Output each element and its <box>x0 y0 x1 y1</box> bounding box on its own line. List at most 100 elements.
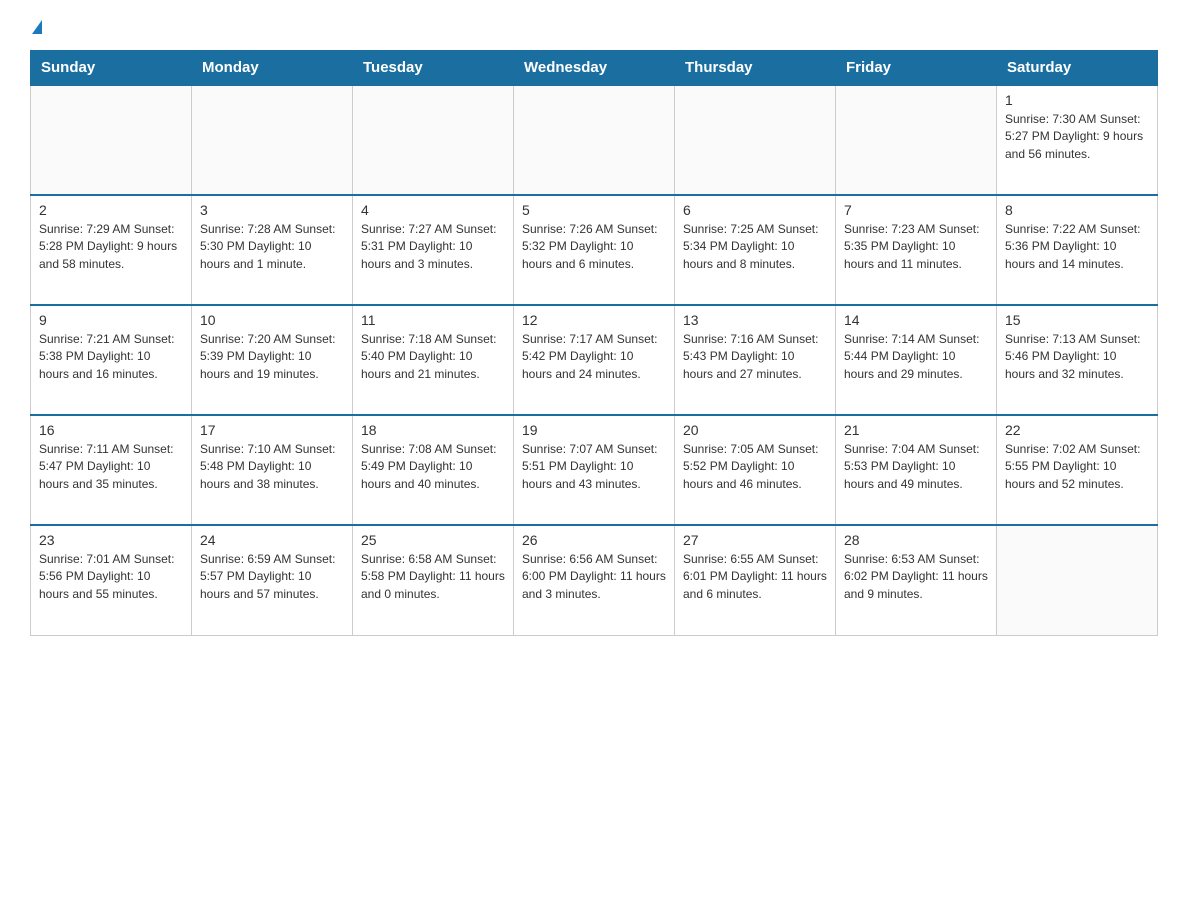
day-info: Sunrise: 7:17 AM Sunset: 5:42 PM Dayligh… <box>522 331 666 383</box>
weekday-header-sunday: Sunday <box>31 51 192 86</box>
day-info: Sunrise: 7:07 AM Sunset: 5:51 PM Dayligh… <box>522 441 666 493</box>
calendar-cell <box>675 85 836 195</box>
calendar-cell <box>514 85 675 195</box>
day-number: 10 <box>200 312 344 328</box>
calendar-cell: 3 Sunrise: 7:28 AM Sunset: 5:30 PM Daylig… <box>192 195 353 305</box>
day-number: 27 <box>683 532 827 548</box>
day-info: Sunrise: 7:26 AM Sunset: 5:32 PM Dayligh… <box>522 221 666 273</box>
day-number: 6 <box>683 202 827 218</box>
calendar-cell <box>192 85 353 195</box>
day-info: Sunrise: 6:56 AM Sunset: 6:00 PM Dayligh… <box>522 551 666 603</box>
day-number: 16 <box>39 422 183 438</box>
day-info: Sunrise: 7:14 AM Sunset: 5:44 PM Dayligh… <box>844 331 988 383</box>
weekday-header-tuesday: Tuesday <box>353 51 514 86</box>
day-number: 1 <box>1005 92 1149 108</box>
day-number: 26 <box>522 532 666 548</box>
calendar-cell: 25 Sunrise: 6:58 AM Sunset: 5:58 PM Dayli… <box>353 525 514 635</box>
day-info: Sunrise: 7:25 AM Sunset: 5:34 PM Dayligh… <box>683 221 827 273</box>
calendar-cell <box>31 85 192 195</box>
day-info: Sunrise: 7:01 AM Sunset: 5:56 PM Dayligh… <box>39 551 183 603</box>
calendar-cell: 2 Sunrise: 7:29 AM Sunset: 5:28 PM Daylig… <box>31 195 192 305</box>
calendar-cell: 8Sunrise: 7:22 AM Sunset: 5:36 PM Daylig… <box>997 195 1158 305</box>
day-number: 25 <box>361 532 505 548</box>
calendar-cell <box>997 525 1158 635</box>
calendar-week-row: 1 Sunrise: 7:30 AM Sunset: 5:27 PM Daylig… <box>31 85 1158 195</box>
day-info: Sunrise: 7:10 AM Sunset: 5:48 PM Dayligh… <box>200 441 344 493</box>
day-info: Sunrise: 7:28 AM Sunset: 5:30 PM Dayligh… <box>200 221 344 273</box>
calendar-table: SundayMondayTuesdayWednesdayThursdayFrid… <box>30 50 1158 636</box>
day-number: 18 <box>361 422 505 438</box>
day-info: Sunrise: 7:02 AM Sunset: 5:55 PM Dayligh… <box>1005 441 1149 493</box>
calendar-cell: 26 Sunrise: 6:56 AM Sunset: 6:00 PM Dayli… <box>514 525 675 635</box>
calendar-week-row: 16 Sunrise: 7:11 AM Sunset: 5:47 PM Dayli… <box>31 415 1158 525</box>
day-number: 2 <box>39 202 183 218</box>
weekday-header-thursday: Thursday <box>675 51 836 86</box>
day-number: 12 <box>522 312 666 328</box>
day-info: Sunrise: 7:27 AM Sunset: 5:31 PM Dayligh… <box>361 221 505 273</box>
day-number: 17 <box>200 422 344 438</box>
day-info: Sunrise: 7:23 AM Sunset: 5:35 PM Dayligh… <box>844 221 988 273</box>
day-info: Sunrise: 7:05 AM Sunset: 5:52 PM Dayligh… <box>683 441 827 493</box>
day-number: 20 <box>683 422 827 438</box>
calendar-cell: 18Sunrise: 7:08 AM Sunset: 5:49 PM Dayli… <box>353 415 514 525</box>
calendar-cell: 22 Sunrise: 7:02 AM Sunset: 5:55 PM Dayli… <box>997 415 1158 525</box>
calendar-cell: 14 Sunrise: 7:14 AM Sunset: 5:44 PM Dayli… <box>836 305 997 415</box>
day-info: Sunrise: 6:59 AM Sunset: 5:57 PM Dayligh… <box>200 551 344 603</box>
day-info: Sunrise: 7:16 AM Sunset: 5:43 PM Dayligh… <box>683 331 827 383</box>
calendar-cell: 21Sunrise: 7:04 AM Sunset: 5:53 PM Dayli… <box>836 415 997 525</box>
day-number: 14 <box>844 312 988 328</box>
calendar-cell: 6 Sunrise: 7:25 AM Sunset: 5:34 PM Daylig… <box>675 195 836 305</box>
weekday-header-friday: Friday <box>836 51 997 86</box>
calendar-cell <box>353 85 514 195</box>
calendar-cell: 19 Sunrise: 7:07 AM Sunset: 5:51 PM Dayli… <box>514 415 675 525</box>
day-info: Sunrise: 7:20 AM Sunset: 5:39 PM Dayligh… <box>200 331 344 383</box>
calendar-cell: 17 Sunrise: 7:10 AM Sunset: 5:48 PM Dayli… <box>192 415 353 525</box>
day-info: Sunrise: 6:53 AM Sunset: 6:02 PM Dayligh… <box>844 551 988 603</box>
calendar-cell: 13 Sunrise: 7:16 AM Sunset: 5:43 PM Dayli… <box>675 305 836 415</box>
calendar-cell: 11Sunrise: 7:18 AM Sunset: 5:40 PM Dayli… <box>353 305 514 415</box>
calendar-cell: 23 Sunrise: 7:01 AM Sunset: 5:56 PM Dayli… <box>31 525 192 635</box>
day-number: 19 <box>522 422 666 438</box>
weekday-header-wednesday: Wednesday <box>514 51 675 86</box>
day-number: 24 <box>200 532 344 548</box>
calendar-cell: 15 Sunrise: 7:13 AM Sunset: 5:46 PM Dayli… <box>997 305 1158 415</box>
calendar-cell: 16 Sunrise: 7:11 AM Sunset: 5:47 PM Dayli… <box>31 415 192 525</box>
day-number: 7 <box>844 202 988 218</box>
calendar-cell: 7 Sunrise: 7:23 AM Sunset: 5:35 PM Daylig… <box>836 195 997 305</box>
calendar-week-row: 9 Sunrise: 7:21 AM Sunset: 5:38 PM Daylig… <box>31 305 1158 415</box>
day-info: Sunrise: 7:29 AM Sunset: 5:28 PM Dayligh… <box>39 221 183 273</box>
calendar-cell: 4 Sunrise: 7:27 AM Sunset: 5:31 PM Daylig… <box>353 195 514 305</box>
calendar-cell <box>836 85 997 195</box>
logo <box>30 20 42 34</box>
calendar-cell: 1 Sunrise: 7:30 AM Sunset: 5:27 PM Daylig… <box>997 85 1158 195</box>
calendar-cell: 9 Sunrise: 7:21 AM Sunset: 5:38 PM Daylig… <box>31 305 192 415</box>
day-number: 5 <box>522 202 666 218</box>
day-number: 22 <box>1005 422 1149 438</box>
day-number: 13 <box>683 312 827 328</box>
calendar-cell: 10 Sunrise: 7:20 AM Sunset: 5:39 PM Dayli… <box>192 305 353 415</box>
calendar-cell: 27Sunrise: 6:55 AM Sunset: 6:01 PM Dayli… <box>675 525 836 635</box>
calendar-cell: 28 Sunrise: 6:53 AM Sunset: 6:02 PM Dayli… <box>836 525 997 635</box>
calendar-week-row: 23 Sunrise: 7:01 AM Sunset: 5:56 PM Dayli… <box>31 525 1158 635</box>
day-info: Sunrise: 7:30 AM Sunset: 5:27 PM Dayligh… <box>1005 111 1149 163</box>
weekday-header-row: SundayMondayTuesdayWednesdayThursdayFrid… <box>31 51 1158 86</box>
calendar-cell: 20 Sunrise: 7:05 AM Sunset: 5:52 PM Dayli… <box>675 415 836 525</box>
day-number: 3 <box>200 202 344 218</box>
day-number: 9 <box>39 312 183 328</box>
logo-triangle-icon <box>32 20 42 34</box>
day-info: Sunrise: 7:11 AM Sunset: 5:47 PM Dayligh… <box>39 441 183 493</box>
day-info: Sunrise: 6:58 AM Sunset: 5:58 PM Dayligh… <box>361 551 505 603</box>
day-number: 28 <box>844 532 988 548</box>
day-number: 11 <box>361 312 505 328</box>
day-info: Sunrise: 7:22 AM Sunset: 5:36 PM Dayligh… <box>1005 221 1149 273</box>
page-header <box>30 20 1158 34</box>
day-info: Sunrise: 7:21 AM Sunset: 5:38 PM Dayligh… <box>39 331 183 383</box>
day-info: Sunrise: 7:13 AM Sunset: 5:46 PM Dayligh… <box>1005 331 1149 383</box>
weekday-header-saturday: Saturday <box>997 51 1158 86</box>
calendar-cell: 5 Sunrise: 7:26 AM Sunset: 5:32 PM Daylig… <box>514 195 675 305</box>
day-number: 21 <box>844 422 988 438</box>
day-number: 15 <box>1005 312 1149 328</box>
day-number: 4 <box>361 202 505 218</box>
day-number: 23 <box>39 532 183 548</box>
calendar-cell: 12 Sunrise: 7:17 AM Sunset: 5:42 PM Dayli… <box>514 305 675 415</box>
